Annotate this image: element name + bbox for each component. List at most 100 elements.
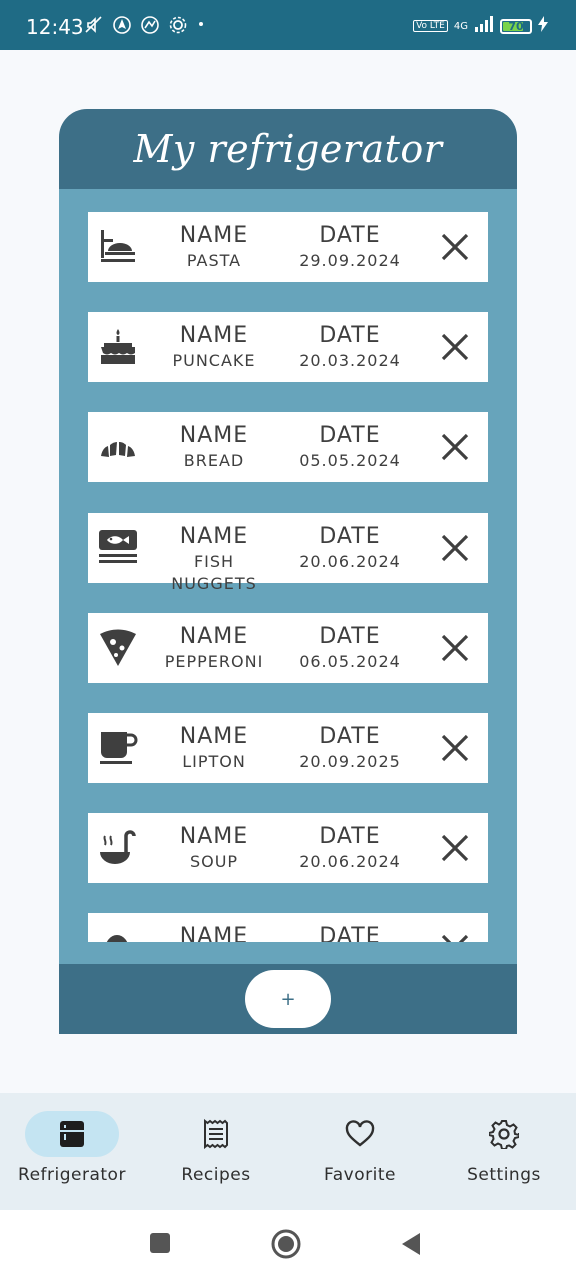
network-type: 4G (453, 20, 468, 32)
close-icon (441, 934, 469, 942)
product-item: NAME LIPTON DATE 20.09.2025 (88, 713, 488, 783)
product-item: NAME PASTA DATE 29.09.2024 (88, 212, 488, 282)
product-name: LIPTON (182, 752, 246, 771)
product-name: PUNCAKE (172, 351, 256, 370)
name-column: NAME FISH NUGGETS (150, 523, 278, 595)
square-icon (150, 1233, 170, 1253)
remove-item-button[interactable] (440, 232, 470, 262)
remove-item-button[interactable] (440, 533, 470, 563)
remove-item-button[interactable] (440, 633, 470, 663)
date-header: DATE (319, 323, 381, 348)
navigation-icon (112, 15, 132, 35)
notification-icons (84, 15, 188, 35)
date-column: DATE (293, 923, 407, 942)
pizza-icon (98, 628, 138, 668)
fish-icon (98, 528, 138, 568)
signal-icon (474, 15, 494, 37)
card-header: My refrigerator (59, 109, 517, 189)
sync-icon (140, 15, 160, 35)
card-body: NAME PASTA DATE 29.09.2024 NAME PUNCAKE … (59, 189, 517, 964)
battery-level: 70 (508, 19, 524, 33)
add-product-button[interactable]: + (245, 970, 331, 1028)
product-date: 06.05.2024 (299, 652, 401, 671)
nav-label: Refrigerator (18, 1165, 126, 1185)
name-header: NAME (179, 323, 249, 348)
volte-icon: Vo LTE (413, 20, 448, 32)
close-icon (441, 834, 469, 862)
muted-icon (84, 15, 104, 35)
product-name: PASTA (186, 251, 242, 270)
nav-label: Favorite (324, 1165, 396, 1185)
system-navigation (0, 1210, 576, 1280)
name-column: NAME LIPTON (150, 723, 278, 773)
date-column: DATE 20.06.2024 (293, 823, 407, 873)
system-status: Vo LTE 4G 70 (413, 15, 548, 37)
heart-icon (345, 1119, 375, 1149)
egg-icon (98, 928, 138, 942)
name-column: NAME (150, 923, 278, 942)
nav-settings[interactable]: Settings (432, 1093, 576, 1210)
product-item: NAME SOUP DATE 20.06.2024 (88, 813, 488, 883)
date-column: DATE 29.09.2024 (293, 222, 407, 272)
product-date: 29.09.2024 (299, 251, 401, 270)
date-header: DATE (319, 524, 381, 549)
ladle-icon (98, 828, 138, 868)
date-header: DATE (319, 924, 381, 942)
pasta-icon (98, 227, 138, 267)
name-column: NAME PASTA (150, 222, 278, 272)
nav-refrigerator[interactable]: Refrigerator (0, 1093, 144, 1210)
name-column: NAME PUNCAKE (150, 322, 278, 372)
back-button[interactable] (400, 1232, 422, 1260)
product-date: 20.06.2024 (299, 852, 401, 871)
product-date: 20.03.2024 (299, 351, 401, 370)
nav-favorite[interactable]: Favorite (288, 1093, 432, 1210)
close-icon (441, 634, 469, 662)
remove-item-button[interactable] (440, 833, 470, 863)
page-title: My refrigerator (133, 127, 443, 171)
date-column: DATE 20.06.2024 (293, 523, 407, 573)
gear-icon (488, 1119, 520, 1150)
remove-item-button[interactable] (440, 432, 470, 462)
battery-icon: 70 (500, 18, 532, 34)
name-header: NAME (179, 924, 249, 942)
close-icon (441, 233, 469, 261)
date-header: DATE (319, 624, 381, 649)
product-date: 05.05.2024 (299, 451, 401, 470)
name-header: NAME (179, 724, 249, 749)
remove-item-button[interactable] (440, 733, 470, 763)
settings-status-icon (168, 15, 188, 35)
name-column: NAME PEPPERONI (150, 623, 278, 673)
name-column: NAME SOUP (150, 823, 278, 873)
product-name: PEPPERONI (164, 652, 264, 671)
home-button[interactable] (271, 1229, 301, 1263)
nav-label: Recipes (181, 1165, 251, 1185)
date-header: DATE (319, 423, 381, 448)
product-item: NAME FISH NUGGETS DATE 20.06.2024 (88, 513, 488, 593)
product-item: NAME BREAD DATE 05.05.2024 (88, 412, 488, 482)
recents-button[interactable] (149, 1232, 171, 1258)
triangle-back-icon (402, 1233, 420, 1255)
date-column: DATE 05.05.2024 (293, 422, 407, 472)
status-bar: 12:43 Vo LTE 4G 70 (0, 0, 576, 50)
name-header: NAME (179, 624, 249, 649)
status-time: 12:43 (26, 15, 84, 39)
date-column: DATE 20.03.2024 (293, 322, 407, 372)
card-footer: + (59, 964, 517, 1034)
nav-recipes[interactable]: Recipes (144, 1093, 288, 1210)
cake-icon (98, 327, 138, 367)
refrigerator-card: My refrigerator NAME PASTA DATE 29.09.20… (59, 109, 517, 1034)
remove-item-button[interactable] (440, 933, 470, 942)
close-icon (441, 333, 469, 361)
date-header: DATE (319, 824, 381, 849)
receipt-icon (201, 1118, 231, 1150)
product-name: FISH NUGGETS (171, 552, 257, 593)
close-icon (441, 433, 469, 461)
product-list[interactable]: NAME PASTA DATE 29.09.2024 NAME PUNCAKE … (59, 189, 517, 942)
name-header: NAME (179, 223, 249, 248)
product-item: NAME PUNCAKE DATE 20.03.2024 (88, 312, 488, 382)
remove-item-button[interactable] (440, 332, 470, 362)
cup-icon (98, 728, 138, 768)
bottom-navigation: Refrigerator Recipes Favorite Settings (0, 1093, 576, 1210)
nav-label: Settings (467, 1165, 541, 1185)
fridge-icon (57, 1119, 87, 1149)
